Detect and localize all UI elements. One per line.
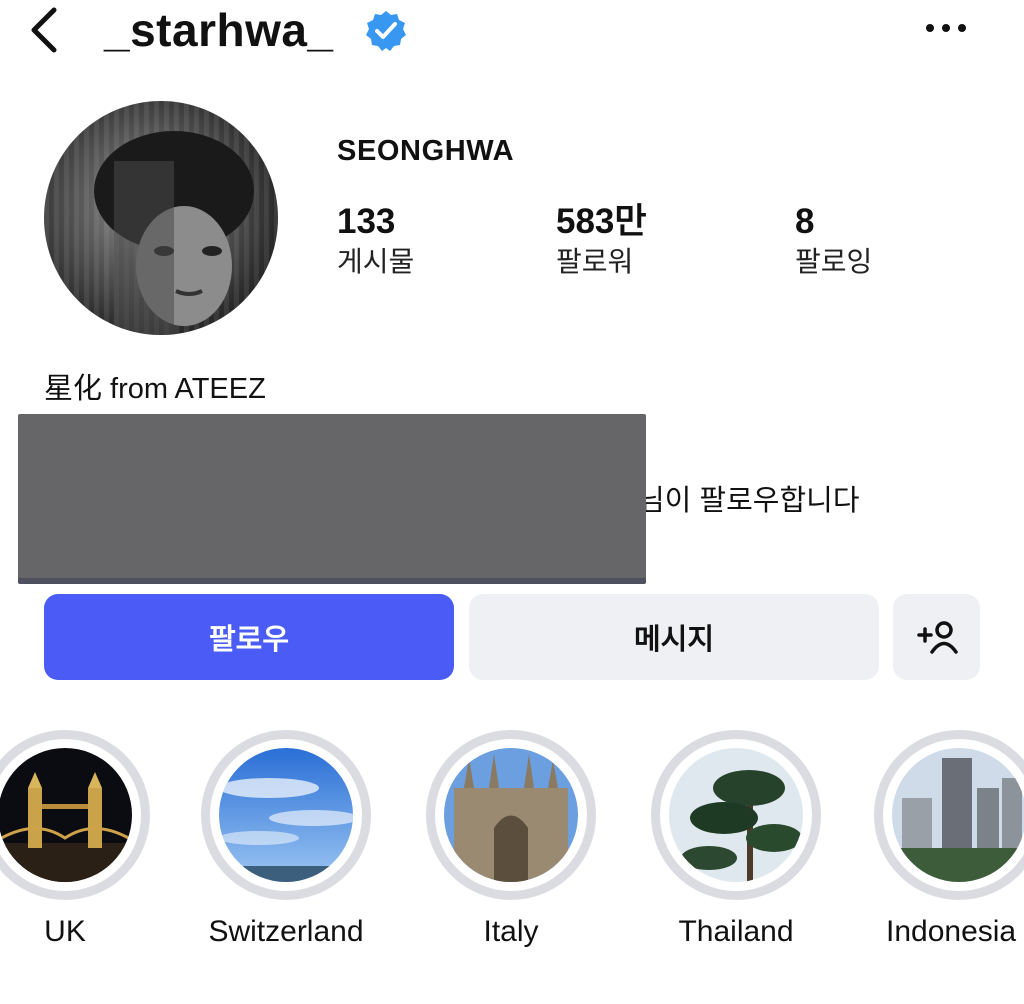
follow-button[interactable]: 팔로우 <box>44 594 454 680</box>
highlight-italy[interactable] <box>426 730 596 900</box>
chevron-left-icon <box>31 7 57 53</box>
following-stat[interactable]: 8 팔로잉 <box>795 200 872 280</box>
avatar-portrait-image <box>44 101 278 335</box>
highlight-italy-label: Italy <box>483 915 539 948</box>
highlight-thailand-label: Thailand <box>678 915 794 948</box>
highlight-switzerland[interactable] <box>201 730 371 900</box>
highlight-italy-image <box>444 748 578 882</box>
profile-avatar[interactable] <box>44 101 278 335</box>
followers-count: 583만 <box>556 202 647 241</box>
highlight-thailand[interactable] <box>651 730 821 900</box>
highlight-indonesia[interactable] <box>874 730 1024 900</box>
message-button[interactable]: 메시지 <box>469 594 879 680</box>
more-horizontal-icon <box>926 24 966 32</box>
posts-count: 133 <box>337 202 396 241</box>
highlight-uk-image <box>0 748 132 882</box>
posts-stat[interactable]: 133 게시물 <box>337 200 414 280</box>
redaction-box <box>18 414 646 578</box>
back-button[interactable] <box>20 6 68 54</box>
bio-text: 星化 from ATEEZ <box>44 373 266 405</box>
username: _starhwa_ <box>104 4 334 56</box>
followers-label: 팔로워 <box>556 246 634 277</box>
following-label: 팔로잉 <box>795 246 873 277</box>
followed-by-text[interactable]: 님이 팔로우합니다 <box>638 482 860 520</box>
highlight-thailand-image <box>669 748 803 882</box>
highlight-switzerland-image <box>219 748 353 882</box>
add-person-icon <box>916 621 958 654</box>
highlight-uk-label: UK <box>44 915 86 948</box>
posts-label: 게시물 <box>337 246 415 277</box>
highlight-indonesia-label: Indonesia <box>886 915 1017 948</box>
add-user-button[interactable] <box>893 594 980 680</box>
highlight-indonesia-image <box>892 748 1024 882</box>
more-options-button[interactable] <box>920 8 972 48</box>
display-name: SEONGHWA <box>337 135 515 167</box>
highlight-uk[interactable] <box>0 730 150 900</box>
followers-stat[interactable]: 583만 팔로워 <box>556 200 647 280</box>
verified-badge-icon <box>366 11 406 51</box>
following-count: 8 <box>795 202 815 241</box>
highlight-switzerland-label: Switzerland <box>208 915 364 948</box>
